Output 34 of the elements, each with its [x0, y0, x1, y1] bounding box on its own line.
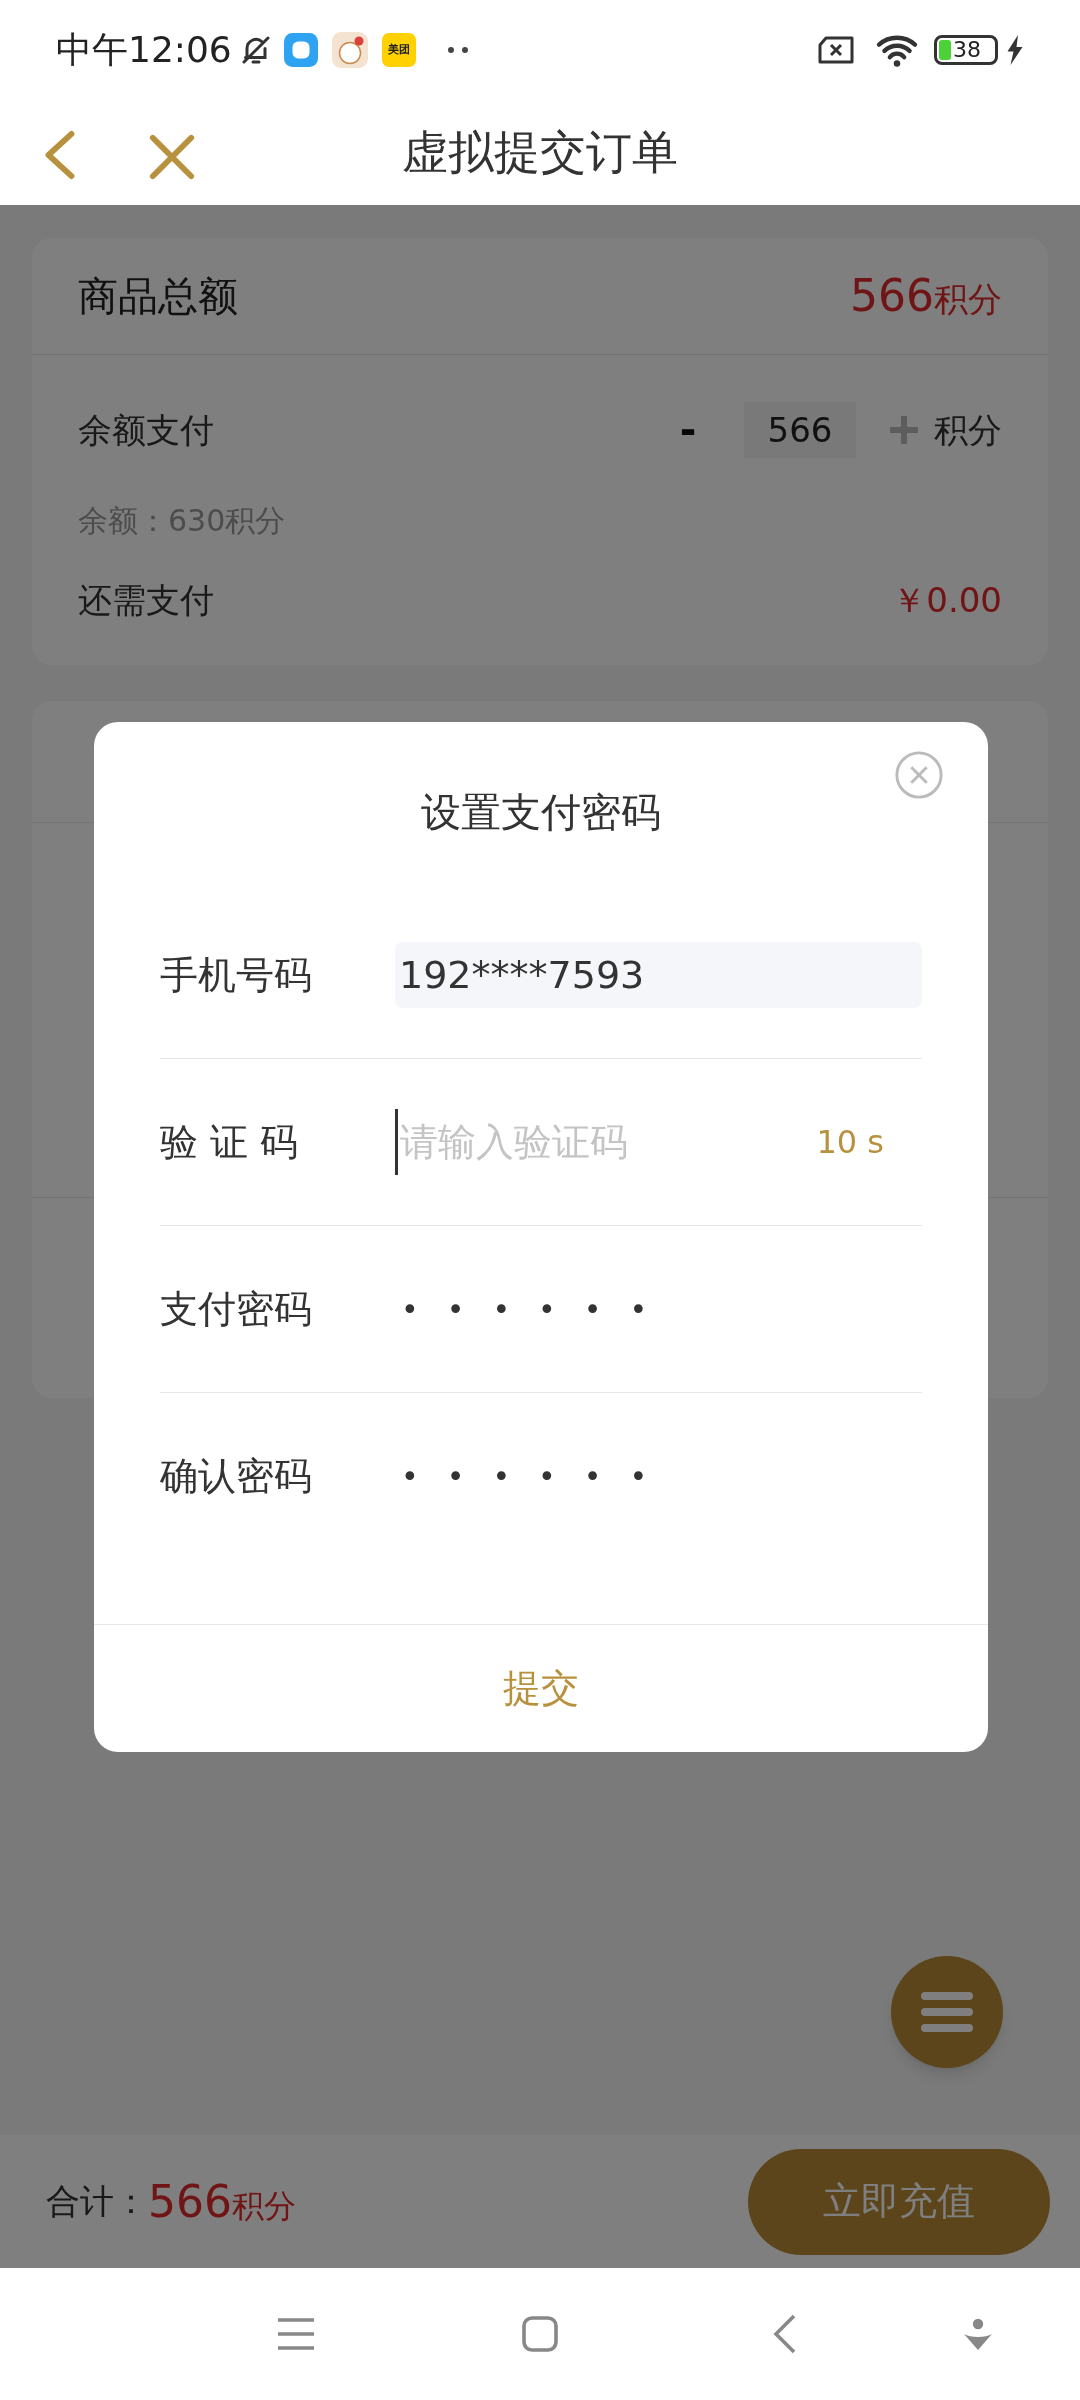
password-field[interactable]: •••••• — [395, 1286, 676, 1332]
total-amount: 566积分 — [148, 2174, 297, 2229]
battery-fill — [939, 40, 951, 60]
accessibility-icon[interactable] — [962, 2318, 994, 2352]
chat-app-icon — [283, 33, 318, 67]
unit-label: 积分 — [934, 408, 1002, 452]
clock-time: 中午12:06 — [56, 28, 232, 72]
field-label: 确认密码 — [160, 1453, 313, 1500]
total-label: 商品总额 — [78, 272, 238, 321]
home-icon[interactable] — [520, 2314, 560, 2354]
close-icon[interactable] — [894, 750, 944, 800]
page-title: 虚拟提交订单 — [402, 124, 678, 181]
menu-icon — [919, 1990, 975, 2034]
dialog-title: 设置支付密码 — [421, 789, 661, 835]
field-label: 验 证 码 — [160, 1118, 300, 1166]
plus-icon[interactable] — [888, 414, 920, 446]
password-field[interactable]: •••••• — [395, 1454, 676, 1499]
minus-button[interactable]: - — [668, 400, 708, 460]
phone-field: 192****7593 — [395, 942, 922, 1008]
remaining-label: 还需支付 — [78, 578, 214, 622]
total-amount: 566积分 — [850, 269, 1002, 323]
amount-field[interactable]: 566 — [744, 402, 856, 458]
total-label: 合计： — [46, 2180, 148, 2223]
app-icon: 美团 — [381, 33, 416, 67]
no-sim-icon — [816, 35, 856, 65]
charging-icon — [1006, 35, 1024, 65]
field-label: 支付密码 — [160, 1285, 313, 1333]
balance-pay-label: 余额支付 — [78, 408, 215, 452]
submit-button[interactable]: 提交 — [94, 1625, 988, 1752]
countdown-timer: 10 s — [816, 1122, 884, 1163]
code-field[interactable]: 请输入验证码 — [395, 1109, 817, 1175]
field-label: 手机号码 — [160, 951, 313, 999]
battery-level: 38 — [953, 39, 981, 61]
remaining-amount: ￥0.00 — [892, 578, 1002, 622]
